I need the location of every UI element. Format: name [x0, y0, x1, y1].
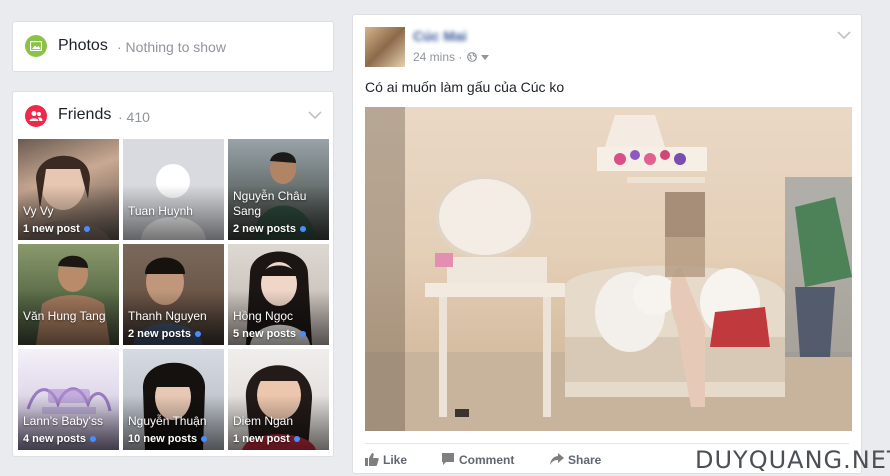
friend-tile[interactable]: Vy Vy 1 new post [18, 139, 119, 240]
post-photo[interactable] [365, 107, 852, 431]
friend-new-posts: 1 new post [23, 223, 90, 235]
globe-icon[interactable] [467, 52, 477, 62]
friend-tile[interactable]: Diem Ngan 1 new post [228, 349, 329, 450]
friend-name[interactable]: Thanh Nguyen [128, 309, 220, 324]
photos-title[interactable]: Photos [58, 37, 108, 55]
friend-tile[interactable]: Văn Hung Tang [18, 244, 119, 345]
watermark-text: DUYQUANG.NET [695, 446, 890, 474]
friends-card: Friends · 410 Vy Vy 1 new post Tuan Huyn… [12, 91, 334, 457]
friend-name[interactable]: Hồng Ngọc [233, 309, 325, 324]
friend-tile[interactable]: Lann's Baby'ss 4 new posts [18, 349, 119, 450]
friend-tile[interactable]: Hồng Ngọc 5 new posts [228, 244, 329, 345]
post-text: Có ai muốn làm gấu của Cúc ko [365, 79, 565, 95]
friend-name[interactable]: Nguyễn Châu Sang [233, 189, 325, 219]
thumbs-up-icon [365, 453, 379, 466]
friend-name[interactable]: Tuan Huynh [128, 204, 220, 219]
friend-new-posts: 4 new posts [23, 433, 96, 445]
post-timestamp[interactable]: 24 mins · [413, 50, 462, 64]
photos-card: Photos · Nothing to show [12, 21, 334, 72]
comment-icon [442, 453, 454, 465]
friend-new-posts: 10 new posts [128, 433, 208, 445]
room-photo [365, 107, 852, 431]
friend-name[interactable]: Lann's Baby'ss [23, 414, 115, 429]
chevron-down-icon[interactable] [308, 111, 322, 120]
friends-icon [25, 105, 47, 127]
post-options-chevron-icon[interactable] [837, 31, 851, 40]
author-avatar[interactable] [365, 27, 405, 67]
friends-count: · 410 [118, 109, 150, 125]
friend-name[interactable]: Vy Vy [23, 204, 115, 219]
friend-new-posts: 2 new posts [128, 328, 201, 340]
friend-new-posts: 2 new posts [233, 223, 306, 235]
friend-new-posts: 5 new posts [233, 328, 306, 340]
friend-new-posts: 1 new post [233, 433, 300, 445]
photos-icon [25, 35, 47, 57]
share-arrow-icon [550, 453, 564, 465]
friend-name[interactable]: Văn Hung Tang [23, 309, 115, 324]
friend-name[interactable]: Diem Ngan [233, 414, 325, 429]
photos-empty-text: · Nothing to show [117, 39, 226, 55]
audience-dropdown-icon[interactable] [481, 55, 489, 60]
friends-title[interactable]: Friends [58, 106, 111, 124]
friend-tile[interactable]: Thanh Nguyen 2 new posts [123, 244, 224, 345]
friend-tile[interactable]: Nguyễn Châu Sang 2 new posts [228, 139, 329, 240]
friend-tile[interactable]: Tuan Huynh [123, 139, 224, 240]
friend-name[interactable]: Nguyễn Thuận [128, 414, 220, 429]
post-author[interactable]: Cúc Mai [413, 28, 471, 44]
friend-tile[interactable]: Nguyễn Thuận 10 new posts [123, 349, 224, 450]
post-card: Cúc Mai 24 mins · Có ai muốn làm gấu của… [352, 14, 862, 474]
